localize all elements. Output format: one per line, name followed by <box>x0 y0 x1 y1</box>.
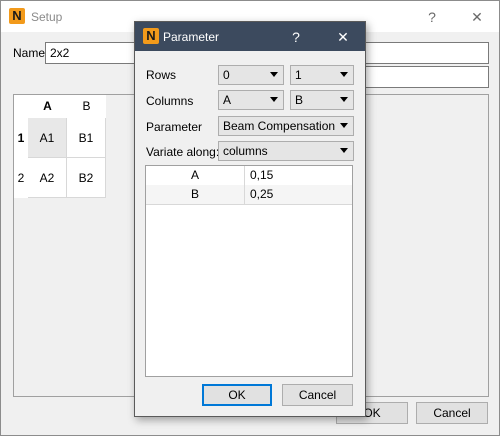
secondary-input[interactable] <box>365 66 489 88</box>
parameter-select[interactable]: Beam Compensation <box>218 116 354 136</box>
rows-from-value: 0 <box>223 68 230 82</box>
setup-title: Setup <box>31 10 63 24</box>
variate-value: columns <box>223 144 268 158</box>
parameter-label: Parameter <box>146 120 203 134</box>
chevron-down-icon <box>340 72 348 77</box>
parameter-help-button[interactable]: ? <box>286 29 306 45</box>
chevron-down-icon <box>340 123 348 128</box>
grid-row-header[interactable]: 2 <box>14 158 28 198</box>
grid-cell[interactable]: A1 <box>28 118 67 158</box>
columns-from-select[interactable]: A <box>218 90 284 110</box>
parameter-value: Beam Compensation <box>223 119 336 133</box>
chevron-down-icon <box>340 148 348 153</box>
table-row[interactable]: B 0,25 <box>146 185 352 205</box>
grid-col-header[interactable]: A <box>28 95 67 118</box>
parameter-value-table: A 0,15 B 0,25 <box>145 165 353 377</box>
setup-cancel-button[interactable]: Cancel <box>416 402 488 424</box>
grid-corner <box>14 95 28 118</box>
chevron-down-icon <box>270 97 278 102</box>
table-key: A <box>146 166 245 185</box>
name-label: Name <box>13 46 46 60</box>
rows-to-select[interactable]: 1 <box>290 65 354 85</box>
parameter-titlebar: N Parameter ? ✕ <box>135 22 365 51</box>
variate-select[interactable]: columns <box>218 141 354 161</box>
rows-to-value: 1 <box>295 68 302 82</box>
app-logo-icon: N <box>143 28 159 44</box>
parameter-title: Parameter <box>163 30 220 44</box>
parameter-dialog: N Parameter ? ✕ Rows 0 1 Columns A B Par… <box>134 21 366 417</box>
grid-col-header[interactable]: B <box>67 95 106 118</box>
parameter-close-button[interactable]: ✕ <box>333 29 353 45</box>
grid-row-header[interactable]: 1 <box>14 118 28 158</box>
columns-from-value: A <box>223 93 232 107</box>
columns-label: Columns <box>146 94 194 108</box>
rows-from-select[interactable]: 0 <box>218 65 284 85</box>
chevron-down-icon <box>340 97 348 102</box>
variate-label: Variate along: <box>146 145 220 159</box>
columns-to-value: B <box>295 93 304 107</box>
chevron-down-icon <box>270 72 278 77</box>
table-row[interactable]: A 0,15 <box>146 166 352 186</box>
setup-close-button[interactable]: ✕ <box>467 9 487 25</box>
parameter-cancel-button[interactable]: Cancel <box>282 384 353 406</box>
table-value[interactable]: 0,15 <box>250 166 273 184</box>
rows-label: Rows <box>146 68 177 82</box>
table-value[interactable]: 0,25 <box>250 185 273 203</box>
app-logo-icon: N <box>9 8 25 24</box>
grid-cell[interactable]: A2 <box>28 158 67 198</box>
parameter-ok-button[interactable]: OK <box>202 384 272 406</box>
columns-to-select[interactable]: B <box>290 90 354 110</box>
grid-cell[interactable]: B1 <box>67 118 106 158</box>
setup-help-button[interactable]: ? <box>422 9 442 25</box>
table-key: B <box>146 185 245 204</box>
grid-cell[interactable]: B2 <box>67 158 106 198</box>
